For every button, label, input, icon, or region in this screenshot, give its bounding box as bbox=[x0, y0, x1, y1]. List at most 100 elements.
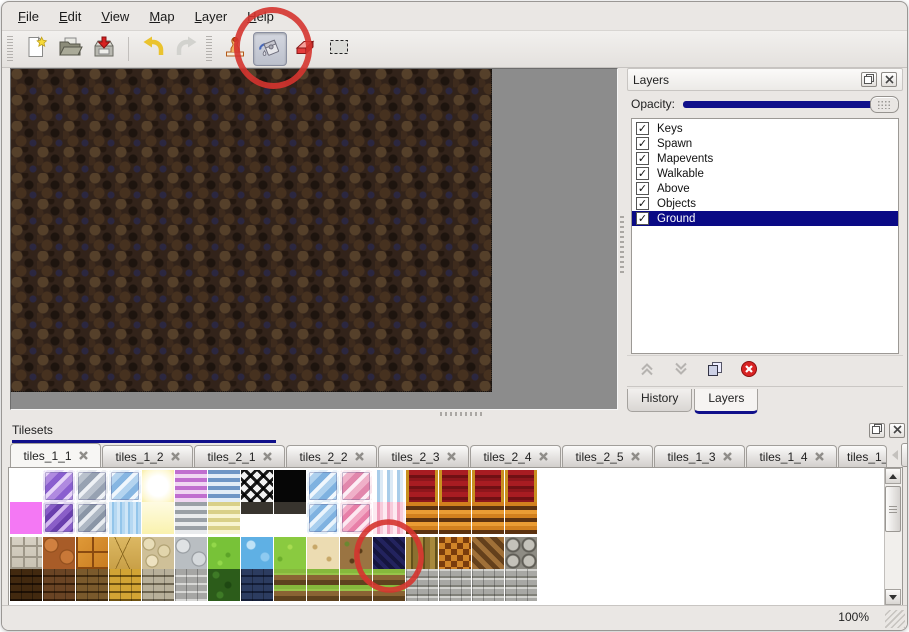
scroll-up-button[interactable] bbox=[885, 468, 901, 484]
tile-curtain-blue-white[interactable] bbox=[373, 470, 405, 502]
menu-layer[interactable]: Layer bbox=[185, 5, 238, 28]
float-panel-button[interactable] bbox=[869, 423, 885, 438]
tile-stripes-violet[interactable] bbox=[175, 470, 207, 502]
tile-herringbone-brown[interactable] bbox=[472, 537, 504, 569]
undo-button[interactable] bbox=[137, 33, 169, 65]
tile-curtain-orange-brown[interactable] bbox=[439, 502, 471, 534]
tile-sand[interactable] bbox=[307, 537, 339, 569]
tile-glass-blue-2[interactable] bbox=[307, 470, 339, 502]
tab-history[interactable]: History bbox=[627, 389, 692, 412]
tile-wood-planks-vertical[interactable] bbox=[406, 537, 438, 569]
rect-select-tool-button[interactable] bbox=[323, 33, 355, 65]
tile-empty-white[interactable] bbox=[10, 470, 42, 502]
delete-layer-button[interactable] bbox=[739, 361, 759, 381]
tile-curtain-orange-brown[interactable] bbox=[505, 502, 537, 534]
tileset-tab-tiles_2_1[interactable]: tiles_2_1 bbox=[194, 445, 285, 467]
tile-black[interactable] bbox=[274, 470, 306, 502]
layer-visibility-checkbox[interactable]: ✓ bbox=[636, 137, 649, 150]
tab-close-icon[interactable] bbox=[539, 450, 548, 464]
scroll-down-button[interactable] bbox=[885, 589, 901, 605]
tile-hedge-green[interactable] bbox=[208, 569, 240, 601]
map-canvas[interactable] bbox=[11, 69, 492, 392]
tile-dirt-speckled[interactable] bbox=[340, 537, 372, 569]
vertical-splitter[interactable] bbox=[618, 68, 626, 408]
tile-tiles-orange[interactable] bbox=[76, 537, 108, 569]
tab-close-icon[interactable] bbox=[355, 450, 364, 464]
tile-cobble-orange[interactable] bbox=[43, 537, 75, 569]
tile-stone-blocks-gray[interactable] bbox=[10, 537, 42, 569]
tile-stripes-pale-yellow[interactable] bbox=[208, 502, 240, 534]
tile-glass-gray-2[interactable] bbox=[76, 502, 108, 534]
tile-wall-dark-brown[interactable] bbox=[10, 569, 42, 601]
tileset-tab-tiles_1_4[interactable]: tiles_1_4 bbox=[746, 445, 837, 467]
scrollbar-thumb[interactable] bbox=[885, 486, 901, 532]
tileset-tab-tiles_1_[interactable]: tiles_1_ bbox=[838, 445, 887, 467]
tile-glass-pink-small[interactable] bbox=[340, 502, 372, 534]
tile-farm-rows[interactable] bbox=[274, 569, 306, 601]
tile-wall-navy-brick[interactable] bbox=[241, 569, 273, 601]
menu-edit[interactable]: Edit bbox=[49, 5, 91, 28]
tile-metal-plate[interactable] bbox=[241, 502, 273, 534]
layers-panel-titlebar[interactable]: Layers bbox=[627, 68, 903, 91]
tile-wall-gray-brick[interactable] bbox=[175, 569, 207, 601]
tileset-tab-tiles_2_3[interactable]: tiles_2_3 bbox=[378, 445, 469, 467]
layer-visibility-checkbox[interactable]: ✓ bbox=[636, 212, 649, 225]
layer-row-mapevents[interactable]: ✓Mapevents bbox=[632, 151, 898, 166]
tile-brick-gray-light[interactable] bbox=[406, 569, 438, 601]
float-panel-button[interactable] bbox=[861, 72, 877, 87]
layer-row-above[interactable]: ✓Above bbox=[632, 181, 898, 196]
scroll-tabs-left-button[interactable] bbox=[888, 444, 901, 466]
tile-pale-yellow[interactable] bbox=[142, 502, 174, 534]
stamp-tool-button[interactable] bbox=[219, 33, 251, 65]
tile-glass-blue-small[interactable] bbox=[307, 502, 339, 534]
tile-water-blue[interactable] bbox=[241, 537, 273, 569]
tile-brick-gray-light[interactable] bbox=[439, 569, 471, 601]
layer-visibility-checkbox[interactable]: ✓ bbox=[636, 152, 649, 165]
tab-close-icon[interactable] bbox=[723, 450, 732, 464]
horizontal-splitter[interactable] bbox=[10, 409, 616, 418]
tileset-scrollbar[interactable] bbox=[884, 468, 902, 605]
tab-close-icon[interactable] bbox=[631, 450, 640, 464]
tab-close-icon[interactable] bbox=[815, 450, 824, 464]
splitter-handle[interactable] bbox=[440, 412, 484, 416]
tile-water-ripple[interactable] bbox=[109, 502, 141, 534]
layer-row-keys[interactable]: ✓Keys bbox=[632, 121, 898, 136]
tile-stripes-gray[interactable] bbox=[175, 502, 207, 534]
tile-curtain-orange-brown[interactable] bbox=[472, 502, 504, 534]
fill-bucket-tool-button[interactable] bbox=[253, 32, 287, 66]
opacity-slider-handle[interactable] bbox=[870, 96, 899, 113]
tile-farm-rows[interactable] bbox=[340, 569, 372, 601]
redo-button[interactable] bbox=[171, 33, 203, 65]
move-layer-down-button[interactable] bbox=[671, 361, 691, 381]
tile-log-ends-gray[interactable] bbox=[505, 537, 537, 569]
tileset-tab-tiles_1_3[interactable]: tiles_1_3 bbox=[654, 445, 745, 467]
tile-pebbles-gray[interactable] bbox=[175, 537, 207, 569]
scroll-tabs-right-button[interactable] bbox=[901, 443, 908, 467]
tile-wall-gray-stone[interactable] bbox=[142, 569, 174, 601]
tab-layers[interactable]: Layers bbox=[694, 389, 758, 414]
tile-stripes-blue[interactable] bbox=[208, 470, 240, 502]
tile-brick-gray-light[interactable] bbox=[472, 569, 504, 601]
tile-curtain-red-gold[interactable] bbox=[439, 470, 471, 502]
save-button[interactable] bbox=[88, 33, 120, 65]
tile-pebbles-beige[interactable] bbox=[142, 537, 174, 569]
tile-wall-brown[interactable] bbox=[43, 569, 75, 601]
menu-map[interactable]: Map bbox=[139, 5, 184, 28]
open-file-button[interactable] bbox=[54, 33, 86, 65]
opacity-slider-track[interactable] bbox=[683, 101, 893, 108]
tile-glass-pink[interactable] bbox=[340, 470, 372, 502]
tile-curtain-red-gold[interactable] bbox=[406, 470, 438, 502]
layer-visibility-checkbox[interactable]: ✓ bbox=[636, 122, 649, 135]
tile-navy-weave-highlighted[interactable] bbox=[373, 537, 405, 569]
layer-row-spawn[interactable]: ✓Spawn bbox=[632, 136, 898, 151]
tab-close-icon[interactable] bbox=[447, 450, 456, 464]
tile-grass-green[interactable] bbox=[208, 537, 240, 569]
tile-curtain-red-gold[interactable] bbox=[472, 470, 504, 502]
toolbar-drag-grip-2[interactable] bbox=[206, 36, 212, 62]
layer-row-objects[interactable]: ✓Objects bbox=[632, 196, 898, 211]
tile-grass-green-2[interactable] bbox=[274, 537, 306, 569]
tile-magenta[interactable] bbox=[10, 502, 42, 534]
close-panel-button[interactable] bbox=[881, 72, 897, 87]
layer-row-walkable[interactable]: ✓Walkable bbox=[632, 166, 898, 181]
tile-stone-cracked-tan[interactable] bbox=[109, 537, 141, 569]
